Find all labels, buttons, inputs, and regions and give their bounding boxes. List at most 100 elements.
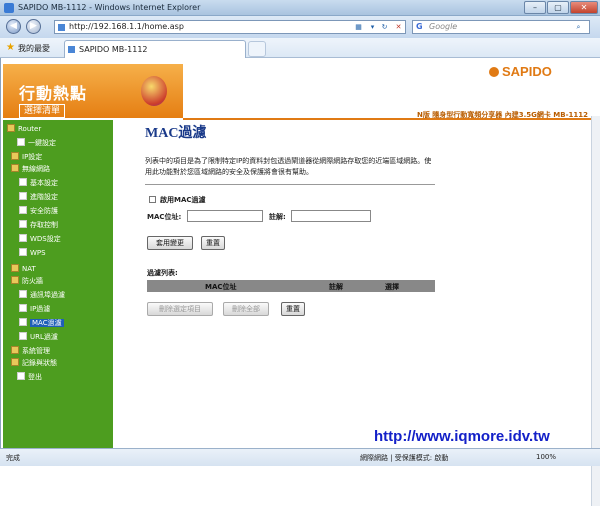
- filter-table-header: MAC位址 註解 選擇: [147, 280, 435, 292]
- sidebar-item-label: 防火牆: [22, 277, 43, 285]
- page-icon: [58, 24, 65, 31]
- sidebar-item-advanced[interactable]: 進階設定: [19, 192, 58, 202]
- sidebar-item-label: WDS設定: [30, 235, 61, 243]
- forward-button[interactable]: ▶: [26, 19, 41, 34]
- page-viewport: 行動熱點 選擇清單 SAPIDO N版 隨身型行動寬頻分享器 內建3.5G網卡 …: [0, 58, 600, 506]
- sidebar-item-label: IP設定: [22, 153, 43, 161]
- page-description: 列表中的項目是為了限制特定IP的資料封包透過閘道器從網際網路存取您的近端區域網路…: [145, 157, 432, 176]
- sidebar-item-access[interactable]: 存取控制: [19, 220, 58, 230]
- folder-icon: [11, 164, 19, 172]
- page-icon: [19, 318, 27, 326]
- zoom-level[interactable]: 100%: [536, 453, 556, 461]
- sidebar-item-url-filter[interactable]: URL過濾: [19, 332, 58, 342]
- page-icon: [19, 206, 27, 214]
- navigation-bar: ◀ ▶ http://192.168.1.1/home.asp ▦ ▾ ↻ ✕ …: [0, 16, 600, 38]
- sidebar-item-ip[interactable]: IP設定: [11, 152, 42, 162]
- tab-title: SAPIDO MB-1112: [79, 45, 148, 54]
- delete-all-button[interactable]: 刪除全部: [223, 302, 269, 316]
- comment-label: 註解:: [269, 213, 286, 221]
- minimize-button[interactable]: –: [524, 1, 546, 14]
- balloon-logo-icon: [141, 76, 167, 106]
- ie-icon: [4, 3, 14, 13]
- sapido-dot-icon: [489, 67, 499, 77]
- column-comment: 註解: [329, 283, 343, 291]
- dropdown-icon[interactable]: ▾: [367, 22, 378, 33]
- apply-button[interactable]: 套用變更: [147, 236, 193, 250]
- sidebar: Router 一鍵設定 IP設定無線網路基本設定進階設定安全防護存取控制 WDS設定 W…: [3, 120, 113, 448]
- reset-button-2[interactable]: 重置: [281, 302, 305, 316]
- column-mac: MAC位址: [205, 283, 237, 291]
- refresh-icon[interactable]: ↻: [379, 22, 390, 33]
- search-box[interactable]: G Google ⌕: [412, 20, 590, 34]
- banner: 行動熱點 選擇清單: [3, 64, 183, 118]
- window-title: SAPIDO MB-1112 - Windows Internet Explor…: [18, 3, 201, 12]
- address-bar[interactable]: http://192.168.1.1/home.asp ▦ ▾ ↻ ✕: [54, 20, 406, 34]
- folder-icon: [11, 264, 19, 272]
- page-icon: [19, 192, 27, 200]
- checkbox-icon[interactable]: [149, 196, 156, 203]
- title-bar: SAPIDO MB-1112 - Windows Internet Explor…: [0, 0, 600, 16]
- sidebar-item-wps[interactable]: WPS: [19, 248, 46, 257]
- address-url: http://192.168.1.1/home.asp: [69, 22, 184, 31]
- compat-icon[interactable]: ▦: [353, 22, 364, 33]
- sidebar-item-label: Router: [18, 125, 42, 133]
- sidebar-item-system[interactable]: 系統管理: [11, 346, 50, 356]
- mac-address-label: MAC位址:: [147, 213, 182, 221]
- sidebar-item-label: 登出: [28, 373, 42, 381]
- maximize-button[interactable]: ▢: [547, 1, 569, 14]
- sidebar-item-one-click[interactable]: 一鍵設定: [17, 138, 56, 148]
- watermark: http://www.iqmore.idv.tw: [374, 428, 550, 445]
- page-icon: [19, 178, 27, 186]
- browser-tab[interactable]: SAPIDO MB-1112: [64, 40, 246, 58]
- sidebar-item-label: 記錄與狀態: [22, 359, 57, 367]
- divider: [145, 184, 435, 185]
- sidebar-item-ip-filter[interactable]: IP過濾: [19, 304, 50, 314]
- sidebar-item-mac-filter[interactable]: MAC過濾: [19, 318, 64, 328]
- search-icon[interactable]: ⌕: [573, 22, 584, 33]
- page-icon: [17, 372, 25, 380]
- sidebar-item-label: 系統管理: [22, 347, 50, 355]
- sidebar-item-logout[interactable]: 登出: [17, 372, 42, 382]
- sidebar-item-port-filter[interactable]: 通訊埠過濾: [19, 290, 65, 300]
- page-icon: [19, 290, 27, 298]
- folder-icon: [11, 152, 19, 160]
- page-icon: [19, 332, 27, 340]
- enable-mac-filter-checkbox[interactable]: 啟用MAC過濾: [149, 195, 206, 205]
- sidebar-item-router[interactable]: Router: [7, 124, 41, 133]
- sidebar-item-label: MAC過濾: [30, 319, 64, 327]
- page-icon: [19, 220, 27, 228]
- close-button[interactable]: ✕: [570, 1, 598, 14]
- new-tab-button[interactable]: [248, 41, 266, 57]
- sidebar-item-label: 一鍵設定: [28, 139, 56, 147]
- sidebar-item-wds[interactable]: WDS設定: [19, 234, 61, 244]
- sidebar-item-wireless[interactable]: 無線網路: [11, 164, 50, 174]
- folder-icon: [7, 124, 15, 132]
- back-button[interactable]: ◀: [6, 19, 21, 34]
- sidebar-item-log[interactable]: 記錄與狀態: [11, 358, 57, 368]
- sidebar-item-label: 進階設定: [30, 193, 58, 201]
- comment-input[interactable]: [291, 210, 371, 222]
- favorites-label[interactable]: 我的最愛: [18, 43, 50, 54]
- security-zone: 網際網路 | 受保護模式: 啟動: [360, 454, 449, 462]
- sidebar-item-security[interactable]: 安全防護: [19, 206, 58, 216]
- sidebar-item-basic[interactable]: 基本設定: [19, 178, 58, 188]
- mac-address-input[interactable]: [187, 210, 263, 222]
- column-select: 選擇: [385, 283, 399, 291]
- sidebar-item-label: 安全防護: [30, 207, 58, 215]
- sidebar-item-label: 存取控制: [30, 221, 58, 229]
- favorites-star-icon[interactable]: ★: [6, 42, 15, 53]
- folder-icon: [11, 358, 19, 366]
- banner-logo-text: 行動熱點: [19, 84, 88, 103]
- reset-button[interactable]: 重置: [201, 236, 225, 250]
- folder-icon: [11, 276, 19, 284]
- delete-selected-button[interactable]: 刪除選定項目: [147, 302, 213, 316]
- brand-logo: SAPIDO: [489, 64, 552, 79]
- sidebar-item-label: 通訊埠過濾: [30, 291, 65, 299]
- stop-icon[interactable]: ✕: [393, 22, 404, 33]
- status-text: 完成: [6, 454, 20, 462]
- sidebar-item-label: WPS: [30, 249, 46, 257]
- sidebar-item-label: 基本設定: [30, 179, 58, 187]
- sidebar-item-nat[interactable]: NAT: [11, 264, 36, 273]
- sidebar-item-firewall[interactable]: 防火牆: [11, 276, 43, 286]
- tab-page-icon: [68, 46, 75, 53]
